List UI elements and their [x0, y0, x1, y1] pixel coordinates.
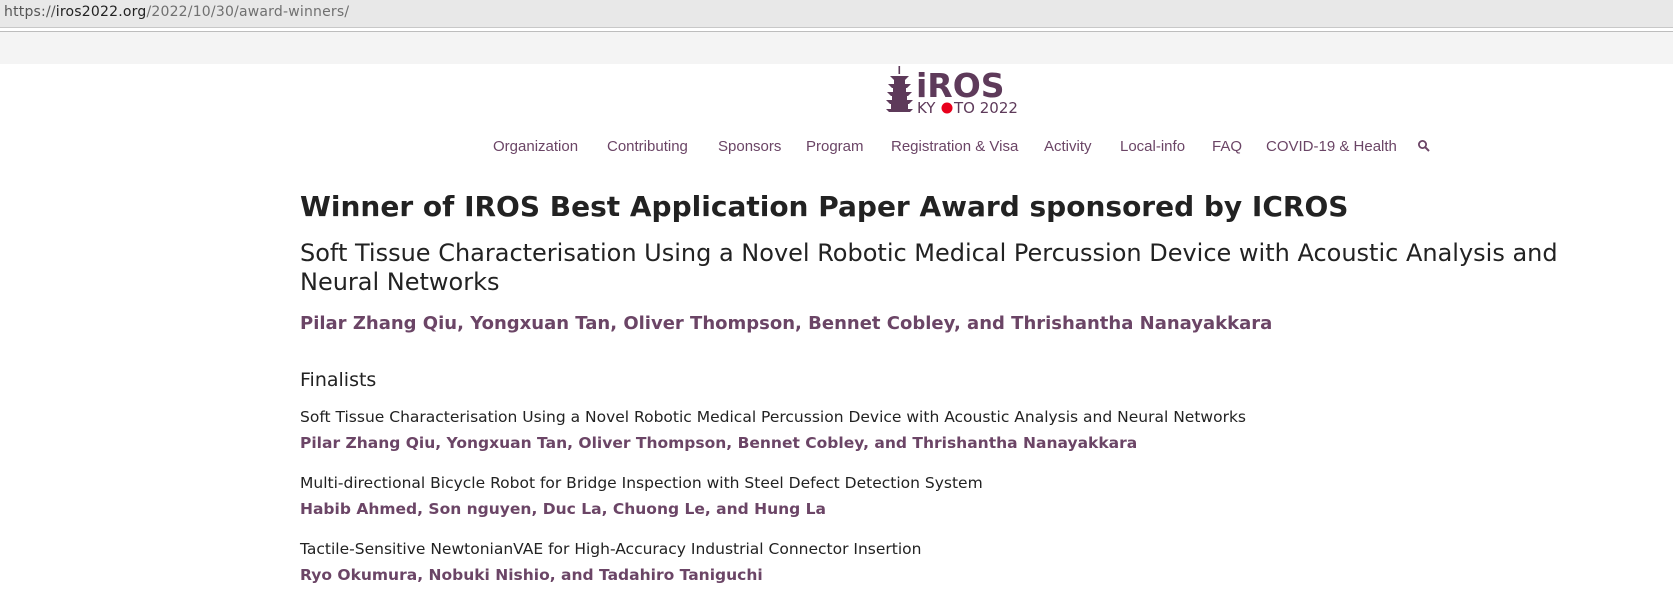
url-path: /2022/10/30/award-winners/ [146, 4, 350, 20]
url-text[interactable]: https://iros2022.org/2022/10/30/award-wi… [4, 4, 349, 20]
logo-sub-left: KY [917, 99, 936, 117]
url-host: iros2022.org [55, 4, 147, 20]
pagoda-icon [886, 66, 913, 112]
logo-sub-right: TO 2022 [953, 99, 1018, 117]
nav-item-activity[interactable]: Activity [1044, 138, 1092, 155]
nav-item-sponsors[interactable]: Sponsors [718, 138, 781, 155]
winning-paper-title: Soft Tissue Characterisation Using a Nov… [300, 239, 1558, 296]
address-bar[interactable]: https://iros2022.org/2022/10/30/award-wi… [0, 0, 1673, 28]
browser-toolbar-strip [0, 31, 1673, 64]
nav-item-organization[interactable]: Organization [493, 138, 578, 155]
finalist-title: Soft Tissue Characterisation Using a Nov… [300, 408, 1246, 426]
finalist-authors: Ryo Okumura, Nobuki Nishio, and Tadahiro… [300, 566, 763, 584]
finalist-title: Tactile-Sensitive NewtonianVAE for High-… [300, 540, 922, 558]
nav-item-faq[interactable]: FAQ [1212, 138, 1242, 155]
rising-sun-icon [941, 102, 953, 114]
award-heading: Winner of IROS Best Application Paper Aw… [300, 190, 1349, 223]
url-scheme: https:// [4, 4, 56, 20]
nav-item-covid-health[interactable]: COVID-19 & Health [1266, 138, 1397, 155]
finalist-title: Multi-directional Bicycle Robot for Brid… [300, 474, 983, 492]
nav-item-local-info[interactable]: Local-info [1120, 138, 1185, 155]
nav-item-program[interactable]: Program [806, 138, 864, 155]
search-icon[interactable] [1417, 139, 1431, 153]
finalists-heading: Finalists [300, 369, 377, 391]
winning-paper-authors: Pilar Zhang Qiu, Yongxuan Tan, Oliver Th… [300, 313, 1273, 334]
nav-item-registration-visa[interactable]: Registration & Visa [891, 138, 1018, 155]
finalist-authors: Pilar Zhang Qiu, Yongxuan Tan, Oliver Th… [300, 434, 1138, 452]
nav-item-contributing[interactable]: Contributing [607, 138, 688, 155]
finalist-authors: Habib Ahmed, Son nguyen, Duc La, Chuong … [300, 500, 827, 518]
iros-kyoto-logo[interactable]: iROS KY TO 2022 [886, 66, 1026, 120]
main-nav: Organization Contributing Sponsors Progr… [0, 138, 1673, 158]
